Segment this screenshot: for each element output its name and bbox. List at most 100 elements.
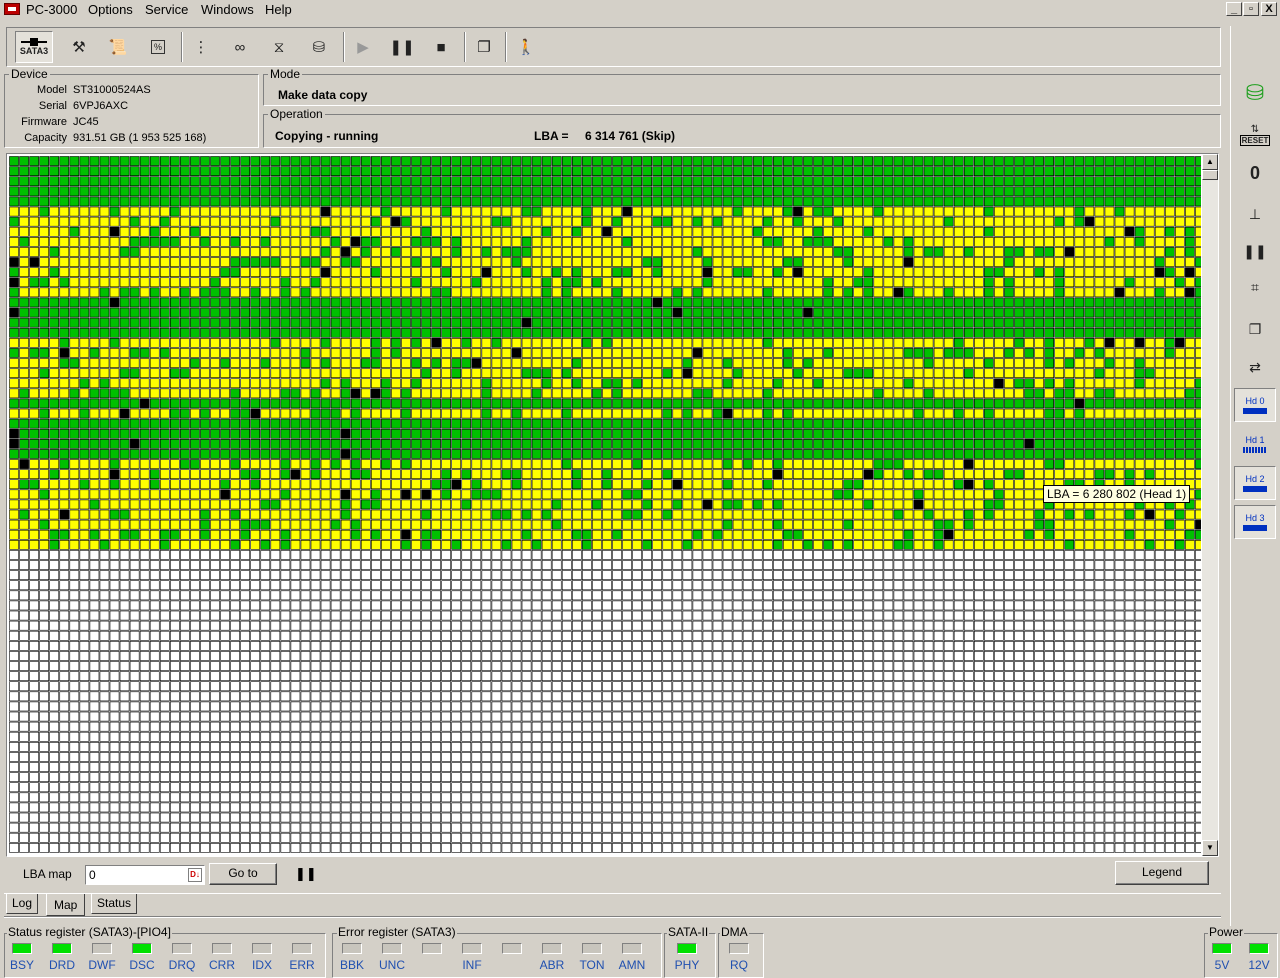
- lba-block[interactable]: [411, 257, 421, 267]
- lba-block[interactable]: [933, 489, 944, 500]
- lba-block[interactable]: [984, 398, 994, 409]
- lba-block[interactable]: [541, 408, 552, 419]
- lba-block[interactable]: [521, 156, 532, 166]
- lba-block[interactable]: [1154, 216, 1165, 227]
- lba-block[interactable]: [481, 206, 492, 217]
- lba-block[interactable]: [823, 449, 833, 459]
- lba-block[interactable]: [843, 479, 854, 490]
- lba-block[interactable]: [1175, 166, 1185, 177]
- lba-block[interactable]: [300, 156, 311, 166]
- lba-block[interactable]: [330, 277, 341, 288]
- lba-block[interactable]: [119, 398, 130, 409]
- lba-block[interactable]: [200, 388, 210, 399]
- lba-block[interactable]: [280, 398, 291, 409]
- lba-block[interactable]: [1034, 519, 1044, 530]
- lba-block[interactable]: [762, 277, 773, 288]
- lba-block[interactable]: [180, 570, 190, 581]
- lba-block[interactable]: [1124, 408, 1135, 419]
- lba-block[interactable]: [682, 277, 693, 288]
- lba-block[interactable]: [170, 519, 180, 530]
- lba-block[interactable]: [1094, 449, 1105, 459]
- lba-block[interactable]: [632, 459, 642, 469]
- lba-block[interactable]: [260, 550, 271, 560]
- lba-block[interactable]: [230, 287, 240, 298]
- lba-block[interactable]: [200, 398, 210, 409]
- tools-button[interactable]: ⚒: [63, 31, 95, 63]
- lba-block[interactable]: [471, 459, 482, 469]
- lba-block[interactable]: [250, 206, 261, 217]
- lba-block[interactable]: [662, 418, 673, 429]
- lba-block[interactable]: [501, 348, 512, 358]
- lba-block[interactable]: [1094, 226, 1105, 237]
- lba-block[interactable]: [1185, 257, 1195, 267]
- lba-block[interactable]: [421, 509, 431, 520]
- lba-block[interactable]: [180, 529, 190, 540]
- lba-block[interactable]: [933, 317, 944, 328]
- tree-button[interactable]: ⋮: [185, 31, 217, 63]
- lba-block[interactable]: [913, 378, 924, 389]
- lba-block[interactable]: [310, 560, 321, 570]
- lba-block[interactable]: [360, 398, 371, 409]
- lba-block[interactable]: [290, 378, 301, 389]
- lba-block[interactable]: [602, 539, 612, 550]
- lba-block[interactable]: [742, 560, 753, 570]
- lba-block[interactable]: [973, 368, 984, 379]
- lba-block[interactable]: [1044, 277, 1055, 288]
- lba-block[interactable]: [1104, 459, 1115, 469]
- lba-block[interactable]: [79, 489, 90, 500]
- lba-block[interactable]: [381, 408, 391, 419]
- lba-block[interactable]: [582, 257, 592, 267]
- lba-block[interactable]: [501, 216, 512, 227]
- lba-block[interactable]: [602, 469, 612, 480]
- lba-block[interactable]: [320, 317, 331, 328]
- lba-block[interactable]: [129, 438, 140, 449]
- lba-block[interactable]: [1014, 539, 1024, 550]
- lba-block[interactable]: [893, 307, 904, 318]
- lba-block[interactable]: [953, 398, 964, 409]
- lba-block[interactable]: [29, 206, 39, 217]
- lba-block[interactable]: [602, 509, 612, 520]
- lba-block[interactable]: [421, 257, 431, 267]
- lba-block[interactable]: [1154, 388, 1165, 399]
- lba-block[interactable]: [401, 358, 411, 368]
- lba-block[interactable]: [129, 257, 140, 267]
- lba-block[interactable]: [783, 479, 793, 490]
- lba-block[interactable]: [1044, 539, 1055, 550]
- lba-block[interactable]: [1134, 327, 1145, 338]
- lba-block[interactable]: [973, 418, 984, 429]
- lba-block[interactable]: [823, 307, 833, 318]
- lba-block[interactable]: [541, 257, 552, 267]
- lba-block[interactable]: [1084, 156, 1095, 166]
- lba-block[interactable]: [571, 226, 582, 237]
- lba-block[interactable]: [230, 176, 240, 187]
- lba-block[interactable]: [662, 267, 673, 277]
- lba-block[interactable]: [501, 247, 512, 257]
- lba-block[interactable]: [129, 338, 140, 348]
- lba-block[interactable]: [783, 368, 793, 379]
- lba-block[interactable]: [350, 247, 361, 257]
- lba-block[interactable]: [1054, 338, 1065, 348]
- lba-block[interactable]: [340, 469, 351, 480]
- lba-block[interactable]: [632, 489, 642, 500]
- lba-block[interactable]: [943, 257, 954, 267]
- lba-block[interactable]: [1054, 287, 1065, 298]
- lba-block[interactable]: [220, 519, 230, 530]
- lba-block[interactable]: [260, 469, 271, 480]
- lba-block[interactable]: [200, 297, 210, 308]
- lba-block[interactable]: [833, 418, 843, 429]
- lba-block[interactable]: [1134, 196, 1145, 207]
- lba-block[interactable]: [391, 428, 401, 439]
- lba-block[interactable]: [692, 186, 703, 197]
- lba-block[interactable]: [9, 297, 19, 308]
- lba-block[interactable]: [953, 388, 964, 399]
- lba-block[interactable]: [973, 277, 984, 288]
- lba-block[interactable]: [401, 196, 411, 207]
- lba-block[interactable]: [49, 206, 60, 217]
- lba-block[interactable]: [833, 509, 843, 520]
- lba-block[interactable]: [250, 196, 261, 207]
- lba-block[interactable]: [682, 176, 693, 187]
- lba-block[interactable]: [823, 216, 833, 227]
- lba-block[interactable]: [793, 277, 803, 288]
- lba-block[interactable]: [803, 428, 813, 439]
- lba-block[interactable]: [421, 297, 431, 308]
